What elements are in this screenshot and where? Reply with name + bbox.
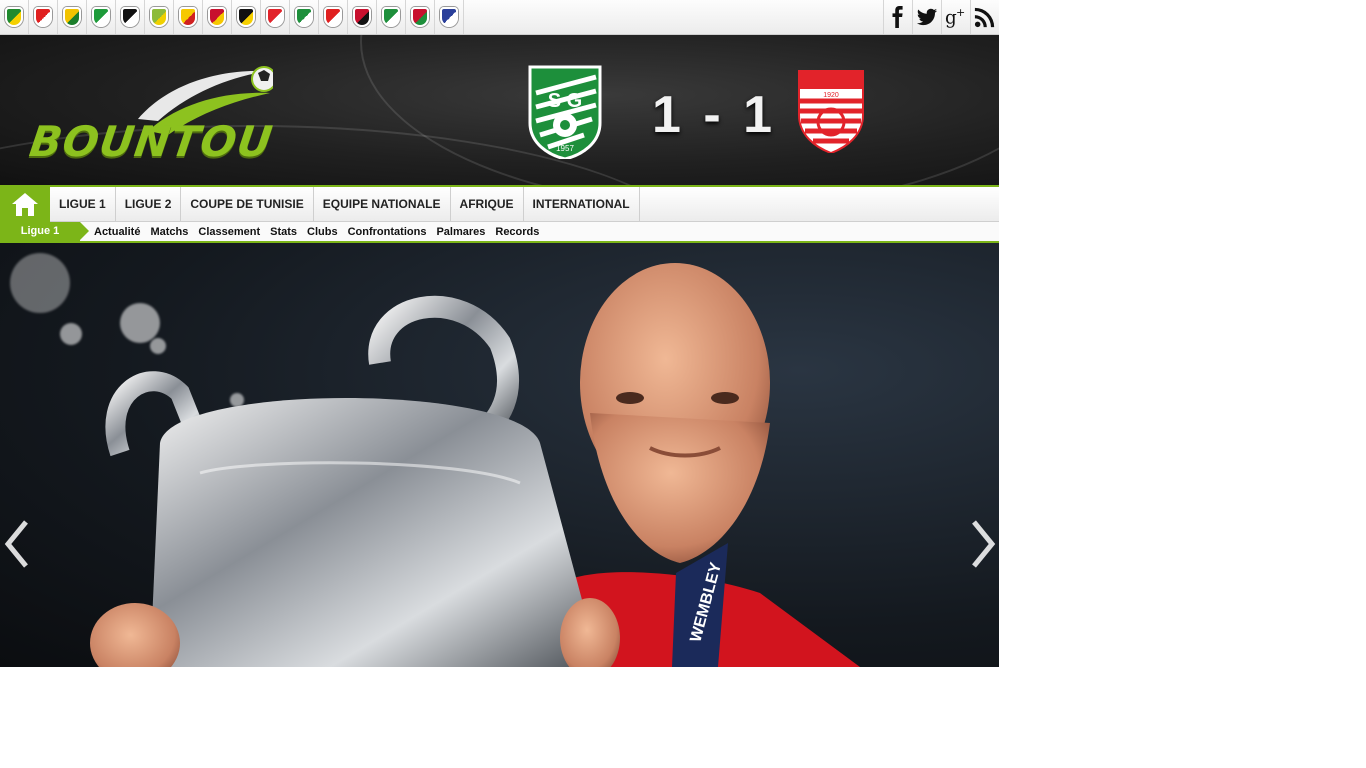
club-link[interactable]: [87, 0, 116, 34]
sub-nav-link[interactable]: Clubs: [307, 222, 338, 241]
club-1-badge: [5, 7, 23, 27]
site-logo-text[interactable]: BOUNTOU: [27, 117, 276, 166]
club-15-badge: [411, 7, 429, 27]
away-badge-year: 1920: [823, 92, 839, 99]
rss-icon: [974, 7, 995, 28]
home-badge-year: 1957: [556, 144, 574, 153]
club-7-badge: [179, 7, 197, 27]
nav-item-international[interactable]: INTERNATIONAL: [524, 187, 640, 222]
hero-slider[interactable]: WEMBLEY: [0, 243, 999, 667]
club-4-badge: [92, 7, 110, 27]
club-11-badge: [295, 7, 313, 27]
sub-nav-link[interactable]: Classement: [198, 222, 260, 241]
slider-prev-arrow[interactable]: [2, 520, 32, 568]
home-button[interactable]: [0, 185, 50, 223]
club-list: [0, 0, 464, 34]
rss-link[interactable]: [970, 0, 999, 34]
club-16-badge: [440, 7, 458, 27]
club-6-badge: [150, 7, 168, 27]
club-link[interactable]: [319, 0, 348, 34]
club-link[interactable]: [116, 0, 145, 34]
sub-nav-links: Actualité Matchs Classement Stats Clubs Confr…: [94, 222, 539, 241]
club-link[interactable]: [203, 0, 232, 34]
club-link[interactable]: [435, 0, 464, 34]
club-link[interactable]: [377, 0, 406, 34]
club-link[interactable]: [261, 0, 290, 34]
google-plus-link[interactable]: g +: [941, 0, 970, 34]
home-icon: [12, 193, 38, 216]
sub-nav-link[interactable]: Stats: [270, 222, 297, 241]
nav-item-equipe-nationale[interactable]: EQUIPE NATIONALE: [314, 187, 451, 222]
google-plus-icon: g +: [945, 6, 965, 28]
club-8-badge: [208, 7, 226, 27]
club-10-badge: [266, 7, 284, 27]
club-link[interactable]: [29, 0, 58, 34]
twitter-link[interactable]: [912, 0, 941, 34]
section-label[interactable]: Ligue 1: [0, 222, 80, 241]
site-header: BOUNTOU S G 1957 1 - 1 1920: [0, 35, 999, 185]
nav-item-coupe-de-tunisie[interactable]: COUPE DE TUNISIE: [181, 187, 314, 222]
club-2-badge: [34, 7, 52, 27]
match-score[interactable]: 1 - 1: [652, 85, 776, 145]
nav-item-ligue-2[interactable]: LIGUE 2: [116, 187, 182, 222]
sub-nav-link[interactable]: Palmares: [436, 222, 485, 241]
club-link[interactable]: [290, 0, 319, 34]
club-link[interactable]: [348, 0, 377, 34]
page: g + BOUNTOU S G 1957 1 - 1 1920 LIGUE 1 …: [0, 0, 999, 667]
stade-gabesien-badge[interactable]: S G 1957: [526, 63, 604, 159]
club-bar: g +: [0, 0, 999, 35]
nav-item-ligue-1[interactable]: LIGUE 1: [50, 187, 116, 222]
club-link[interactable]: [145, 0, 174, 34]
club-5-badge: [121, 7, 139, 27]
club-13-badge: [353, 7, 371, 27]
slider-next-arrow[interactable]: [968, 520, 998, 568]
club-14-badge: [382, 7, 400, 27]
main-menu: LIGUE 1 LIGUE 2 COUPE DE TUNISIE EQUIPE NAT…: [50, 187, 640, 222]
facebook-icon: [892, 6, 903, 28]
club-link[interactable]: [0, 0, 29, 34]
sub-nav-link[interactable]: Confrontations: [348, 222, 427, 241]
club-link[interactable]: [232, 0, 261, 34]
club-link[interactable]: [58, 0, 87, 34]
sub-nav-link[interactable]: Actualité: [94, 222, 140, 241]
facebook-link[interactable]: [883, 0, 912, 34]
hero-photo-player-with-trophy: WEMBLEY: [90, 263, 860, 667]
club-africain-badge[interactable]: 1920: [795, 67, 867, 153]
nav-item-afrique[interactable]: AFRIQUE: [451, 187, 524, 222]
home-badge-letters: S G: [548, 90, 582, 112]
club-3-badge: [63, 7, 81, 27]
club-12-badge: [324, 7, 342, 27]
club-9-badge: [237, 7, 255, 27]
sub-nav-link[interactable]: Records: [495, 222, 539, 241]
sub-nav: Ligue 1 Actualité Matchs Classement Stats Cl…: [0, 222, 999, 243]
club-link[interactable]: [406, 0, 435, 34]
svg-text:+: +: [956, 6, 965, 19]
main-nav: LIGUE 1 LIGUE 2 COUPE DE TUNISIE EQUIPE NAT…: [0, 185, 999, 223]
club-link[interactable]: [174, 0, 203, 34]
social-links: g +: [883, 0, 999, 34]
twitter-icon: [916, 8, 938, 26]
section-arrow: [80, 222, 89, 240]
sub-nav-link[interactable]: Matchs: [150, 222, 188, 241]
